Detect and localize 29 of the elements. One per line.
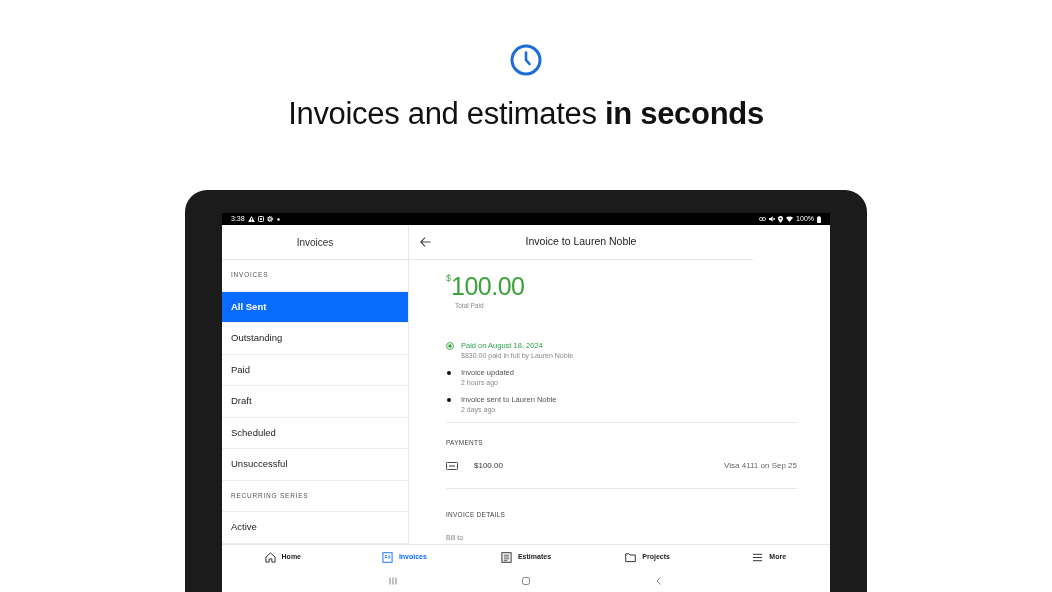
sidebar-item[interactable]: All Sent xyxy=(222,291,408,323)
document-icon xyxy=(381,552,393,563)
payment-amount: $100.00 xyxy=(474,460,503,472)
dot-icon xyxy=(276,217,280,221)
bullet-icon xyxy=(447,398,451,402)
status-ring-icon xyxy=(446,342,454,350)
clock-icon xyxy=(510,44,542,76)
payment-method: Visa 4111 on Sep 25 xyxy=(724,460,797,472)
house-icon xyxy=(264,552,276,563)
currency-symbol: $ xyxy=(446,272,451,283)
card-icon xyxy=(446,462,458,470)
battery-icon xyxy=(817,215,821,223)
wifi-icon xyxy=(786,216,794,222)
home-icon[interactable] xyxy=(522,577,530,585)
gear-icon xyxy=(266,216,273,222)
list-document-icon xyxy=(500,552,512,563)
folder-icon xyxy=(625,552,637,563)
warning-icon xyxy=(247,216,255,222)
square-icon xyxy=(257,216,264,222)
menu-icon xyxy=(752,552,764,563)
sidebar-title: Invoices xyxy=(296,235,334,250)
headline: Invoices and estimates in seconds xyxy=(288,96,764,132)
back-arrow-icon[interactable] xyxy=(420,237,431,247)
back-icon[interactable] xyxy=(655,577,663,585)
detail-title: Invoice to Lauren Noble xyxy=(525,234,637,250)
mute-icon xyxy=(769,216,776,222)
link-icon xyxy=(759,217,767,221)
bullet-icon xyxy=(447,371,451,375)
total-amount: 100.00 xyxy=(451,272,525,300)
